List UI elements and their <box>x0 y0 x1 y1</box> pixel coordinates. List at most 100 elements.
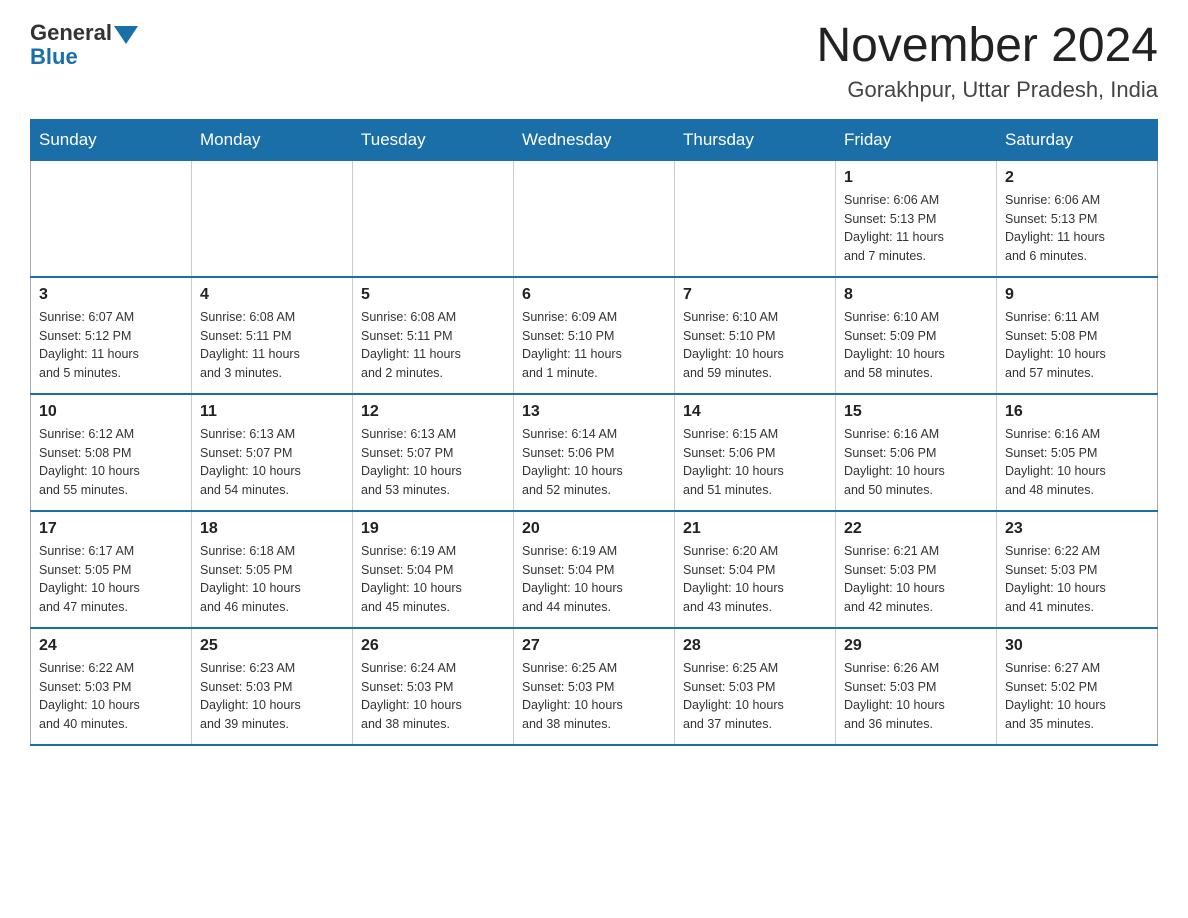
calendar-day-17: 17 Sunrise: 6:17 AMSunset: 5:05 PMDayligh… <box>31 511 192 628</box>
calendar-empty-cell <box>353 160 514 277</box>
logo-general: General <box>30 20 112 46</box>
day-number: 16 <box>1005 403 1149 421</box>
calendar-week-row: 24 Sunrise: 6:22 AMSunset: 5:03 PMDayligh… <box>31 628 1158 745</box>
day-info: Sunrise: 6:19 AMSunset: 5:04 PMDaylight:… <box>522 542 666 617</box>
day-info: Sunrise: 6:10 AMSunset: 5:10 PMDaylight:… <box>683 308 827 383</box>
calendar-empty-cell <box>675 160 836 277</box>
day-number: 22 <box>844 520 988 538</box>
day-info: Sunrise: 6:14 AMSunset: 5:06 PMDaylight:… <box>522 425 666 500</box>
day-info: Sunrise: 6:10 AMSunset: 5:09 PMDaylight:… <box>844 308 988 383</box>
day-number: 24 <box>39 637 183 655</box>
day-number: 10 <box>39 403 183 421</box>
day-number: 1 <box>844 169 988 187</box>
day-info: Sunrise: 6:25 AMSunset: 5:03 PMDaylight:… <box>522 659 666 734</box>
day-number: 26 <box>361 637 505 655</box>
day-info: Sunrise: 6:13 AMSunset: 5:07 PMDaylight:… <box>361 425 505 500</box>
day-info: Sunrise: 6:08 AMSunset: 5:11 PMDaylight:… <box>361 308 505 383</box>
day-number: 30 <box>1005 637 1149 655</box>
day-info: Sunrise: 6:19 AMSunset: 5:04 PMDaylight:… <box>361 542 505 617</box>
calendar-day-22: 22 Sunrise: 6:21 AMSunset: 5:03 PMDayligh… <box>836 511 997 628</box>
weekday-header-thursday: Thursday <box>675 119 836 160</box>
logo: General Blue <box>30 20 138 70</box>
day-info: Sunrise: 6:08 AMSunset: 5:11 PMDaylight:… <box>200 308 344 383</box>
calendar-empty-cell <box>514 160 675 277</box>
calendar-day-8: 8 Sunrise: 6:10 AMSunset: 5:09 PMDaylight… <box>836 277 997 394</box>
day-info: Sunrise: 6:24 AMSunset: 5:03 PMDaylight:… <box>361 659 505 734</box>
calendar-day-19: 19 Sunrise: 6:19 AMSunset: 5:04 PMDayligh… <box>353 511 514 628</box>
calendar-day-28: 28Sunrise: 6:25 AMSunset: 5:03 PMDayligh… <box>675 628 836 745</box>
day-number: 20 <box>522 520 666 538</box>
day-info: Sunrise: 6:18 AMSunset: 5:05 PMDaylight:… <box>200 542 344 617</box>
calendar-day-14: 14Sunrise: 6:15 AMSunset: 5:06 PMDayligh… <box>675 394 836 511</box>
day-info: Sunrise: 6:09 AMSunset: 5:10 PMDaylight:… <box>522 308 666 383</box>
day-info: Sunrise: 6:06 AMSunset: 5:13 PMDaylight:… <box>1005 191 1149 266</box>
day-info: Sunrise: 6:16 AMSunset: 5:05 PMDaylight:… <box>1005 425 1149 500</box>
calendar-day-26: 26 Sunrise: 6:24 AMSunset: 5:03 PMDayligh… <box>353 628 514 745</box>
calendar-day-9: 9 Sunrise: 6:11 AMSunset: 5:08 PMDaylight… <box>997 277 1158 394</box>
day-info: Sunrise: 6:22 AMSunset: 5:03 PMDaylight:… <box>39 659 183 734</box>
calendar-day-5: 5Sunrise: 6:08 AMSunset: 5:11 PMDaylight… <box>353 277 514 394</box>
calendar-empty-cell <box>31 160 192 277</box>
day-number: 17 <box>39 520 183 538</box>
calendar-day-15: 15Sunrise: 6:16 AMSunset: 5:06 PMDayligh… <box>836 394 997 511</box>
day-info: Sunrise: 6:21 AMSunset: 5:03 PMDaylight:… <box>844 542 988 617</box>
month-title: November 2024 <box>816 20 1158 73</box>
day-info: Sunrise: 6:22 AMSunset: 5:03 PMDaylight:… <box>1005 542 1149 617</box>
calendar-body: 1 Sunrise: 6:06 AMSunset: 5:13 PMDaylight… <box>31 160 1158 745</box>
calendar-week-row: 3Sunrise: 6:07 AMSunset: 5:12 PMDaylight… <box>31 277 1158 394</box>
calendar-day-18: 18 Sunrise: 6:18 AMSunset: 5:05 PMDayligh… <box>192 511 353 628</box>
day-number: 21 <box>683 520 827 538</box>
weekday-header-monday: Monday <box>192 119 353 160</box>
title-section: November 2024 Gorakhpur, Uttar Pradesh, … <box>816 20 1158 103</box>
day-number: 2 <box>1005 169 1149 187</box>
calendar-day-30: 30 Sunrise: 6:27 AMSunset: 5:02 PMDayligh… <box>997 628 1158 745</box>
calendar-day-11: 11 Sunrise: 6:13 AMSunset: 5:07 PMDayligh… <box>192 394 353 511</box>
calendar-day-10: 10Sunrise: 6:12 AMSunset: 5:08 PMDayligh… <box>31 394 192 511</box>
calendar-day-27: 27 Sunrise: 6:25 AMSunset: 5:03 PMDayligh… <box>514 628 675 745</box>
day-number: 6 <box>522 286 666 304</box>
day-number: 18 <box>200 520 344 538</box>
calendar-day-20: 20 Sunrise: 6:19 AMSunset: 5:04 PMDayligh… <box>514 511 675 628</box>
logo-blue: Blue <box>30 44 78 70</box>
day-number: 8 <box>844 286 988 304</box>
calendar-day-23: 23 Sunrise: 6:22 AMSunset: 5:03 PMDayligh… <box>997 511 1158 628</box>
calendar-week-row: 10Sunrise: 6:12 AMSunset: 5:08 PMDayligh… <box>31 394 1158 511</box>
weekday-header-friday: Friday <box>836 119 997 160</box>
day-number: 23 <box>1005 520 1149 538</box>
calendar-day-13: 13Sunrise: 6:14 AMSunset: 5:06 PMDayligh… <box>514 394 675 511</box>
calendar-day-25: 25 Sunrise: 6:23 AMSunset: 5:03 PMDayligh… <box>192 628 353 745</box>
logo-triangle-icon <box>114 26 138 44</box>
calendar-week-row: 1 Sunrise: 6:06 AMSunset: 5:13 PMDaylight… <box>31 160 1158 277</box>
day-info: Sunrise: 6:23 AMSunset: 5:03 PMDaylight:… <box>200 659 344 734</box>
day-info: Sunrise: 6:20 AMSunset: 5:04 PMDaylight:… <box>683 542 827 617</box>
day-number: 4 <box>200 286 344 304</box>
calendar-empty-cell <box>192 160 353 277</box>
day-info: Sunrise: 6:07 AMSunset: 5:12 PMDaylight:… <box>39 308 183 383</box>
calendar-day-29: 29Sunrise: 6:26 AMSunset: 5:03 PMDayligh… <box>836 628 997 745</box>
day-number: 7 <box>683 286 827 304</box>
day-info: Sunrise: 6:27 AMSunset: 5:02 PMDaylight:… <box>1005 659 1149 734</box>
calendar-week-row: 17 Sunrise: 6:17 AMSunset: 5:05 PMDayligh… <box>31 511 1158 628</box>
day-info: Sunrise: 6:13 AMSunset: 5:07 PMDaylight:… <box>200 425 344 500</box>
day-info: Sunrise: 6:25 AMSunset: 5:03 PMDaylight:… <box>683 659 827 734</box>
calendar-day-7: 7 Sunrise: 6:10 AMSunset: 5:10 PMDaylight… <box>675 277 836 394</box>
page-header: General Blue November 2024 Gorakhpur, Ut… <box>30 20 1158 103</box>
location-title: Gorakhpur, Uttar Pradesh, India <box>816 77 1158 103</box>
weekday-header-row: SundayMondayTuesdayWednesdayThursdayFrid… <box>31 119 1158 160</box>
weekday-header-sunday: Sunday <box>31 119 192 160</box>
calendar-day-2: 2 Sunrise: 6:06 AMSunset: 5:13 PMDaylight… <box>997 160 1158 277</box>
day-number: 25 <box>200 637 344 655</box>
day-number: 19 <box>361 520 505 538</box>
day-number: 9 <box>1005 286 1149 304</box>
day-number: 11 <box>200 403 344 421</box>
calendar-day-1: 1Sunrise: 6:06 AMSunset: 5:13 PMDaylight… <box>836 160 997 277</box>
day-info: Sunrise: 6:16 AMSunset: 5:06 PMDaylight:… <box>844 425 988 500</box>
calendar-day-16: 16 Sunrise: 6:16 AMSunset: 5:05 PMDayligh… <box>997 394 1158 511</box>
day-number: 27 <box>522 637 666 655</box>
day-number: 29 <box>844 637 988 655</box>
calendar-header: SundayMondayTuesdayWednesdayThursdayFrid… <box>31 119 1158 160</box>
day-info: Sunrise: 6:11 AMSunset: 5:08 PMDaylight:… <box>1005 308 1149 383</box>
calendar-day-6: 6 Sunrise: 6:09 AMSunset: 5:10 PMDaylight… <box>514 277 675 394</box>
day-info: Sunrise: 6:15 AMSunset: 5:06 PMDaylight:… <box>683 425 827 500</box>
day-info: Sunrise: 6:17 AMSunset: 5:05 PMDaylight:… <box>39 542 183 617</box>
